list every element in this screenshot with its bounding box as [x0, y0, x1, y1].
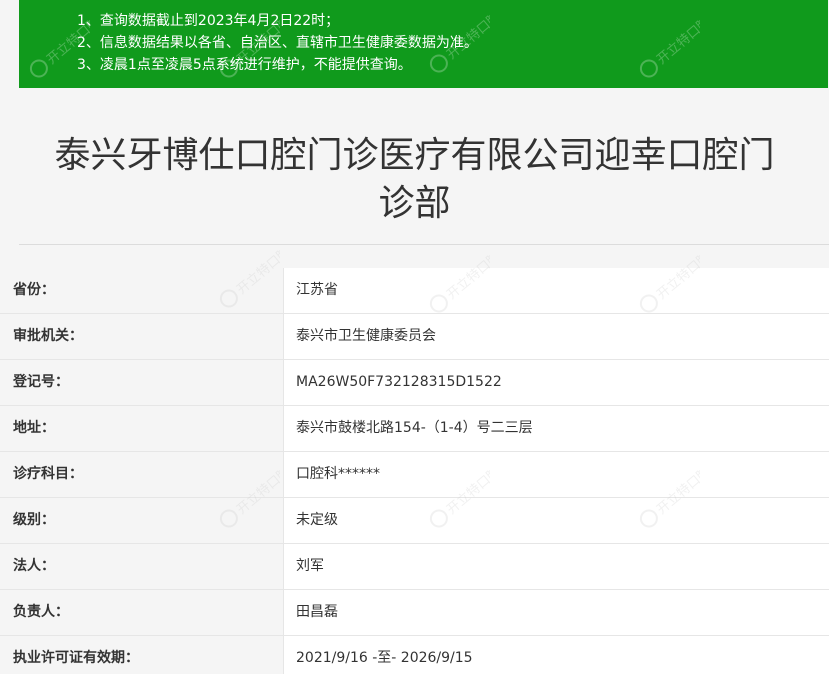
- notice-banner: 1、查询数据截止到2023年4月2日22时； 2、信息数据结果以各省、自治区、直…: [19, 0, 828, 88]
- row-value: 2021/9/16 -至- 2026/9/15: [283, 636, 829, 674]
- notice-line-3: 3、凌晨1点至凌晨5点系统进行维护，不能提供查询。: [77, 57, 412, 73]
- notice-line-1: 1、查询数据截止到2023年4月2日22时；: [77, 13, 340, 29]
- details-table: 省份： 江苏省 审批机关： 泰兴市卫生健康委员会 登记号： MA26W50F73…: [0, 268, 829, 674]
- row-label: 法人：: [0, 544, 283, 589]
- table-row: 地址： 泰兴市鼓楼北路154-（1-4）号二三层: [0, 406, 829, 452]
- table-row: 审批机关： 泰兴市卫生健康委员会: [0, 314, 829, 360]
- row-value: 泰兴市卫生健康委员会: [283, 314, 829, 359]
- page: 1、查询数据截止到2023年4月2日22时； 2、信息数据结果以各省、自治区、直…: [0, 0, 829, 674]
- row-value: 江苏省: [283, 268, 829, 313]
- row-value: 未定级: [283, 498, 829, 543]
- table-row: 法人： 刘军: [0, 544, 829, 590]
- clinic-title-line-2: 诊部: [378, 183, 451, 224]
- notice-line-2: 2、信息数据结果以各省、自治区、直辖市卫生健康委数据为准。: [77, 35, 478, 51]
- row-label: 负责人：: [0, 590, 283, 635]
- row-label: 级别：: [0, 498, 283, 543]
- row-label: 诊疗科目：: [0, 452, 283, 497]
- table-row: 执业许可证有效期： 2021/9/16 -至- 2026/9/15: [0, 636, 829, 674]
- row-value: 泰兴市鼓楼北路154-（1-4）号二三层: [283, 406, 829, 451]
- row-value: 刘军: [283, 544, 829, 589]
- table-row: 级别： 未定级: [0, 498, 829, 544]
- table-row: 诊疗科目： 口腔科******: [0, 452, 829, 498]
- row-label: 地址：: [0, 406, 283, 451]
- row-label: 登记号：: [0, 360, 283, 405]
- table-row: 负责人： 田昌磊: [0, 590, 829, 636]
- row-label: 执业许可证有效期：: [0, 636, 283, 674]
- row-label: 审批机关：: [0, 314, 283, 359]
- row-label: 省份：: [0, 268, 283, 313]
- row-value: 口腔科******: [283, 452, 829, 497]
- table-row: 登记号： MA26W50F732128315D1522: [0, 360, 829, 406]
- row-value: 田昌磊: [283, 590, 829, 635]
- table-row: 省份： 江苏省: [0, 268, 829, 314]
- clinic-title: 泰兴牙博仕口腔门诊医疗有限公司迎幸口腔门 诊部: [0, 132, 829, 228]
- clinic-title-line-1: 泰兴牙博仕口腔门诊医疗有限公司迎幸口腔门: [54, 135, 775, 176]
- title-divider: [19, 244, 829, 245]
- row-value: MA26W50F732128315D1522: [283, 360, 829, 405]
